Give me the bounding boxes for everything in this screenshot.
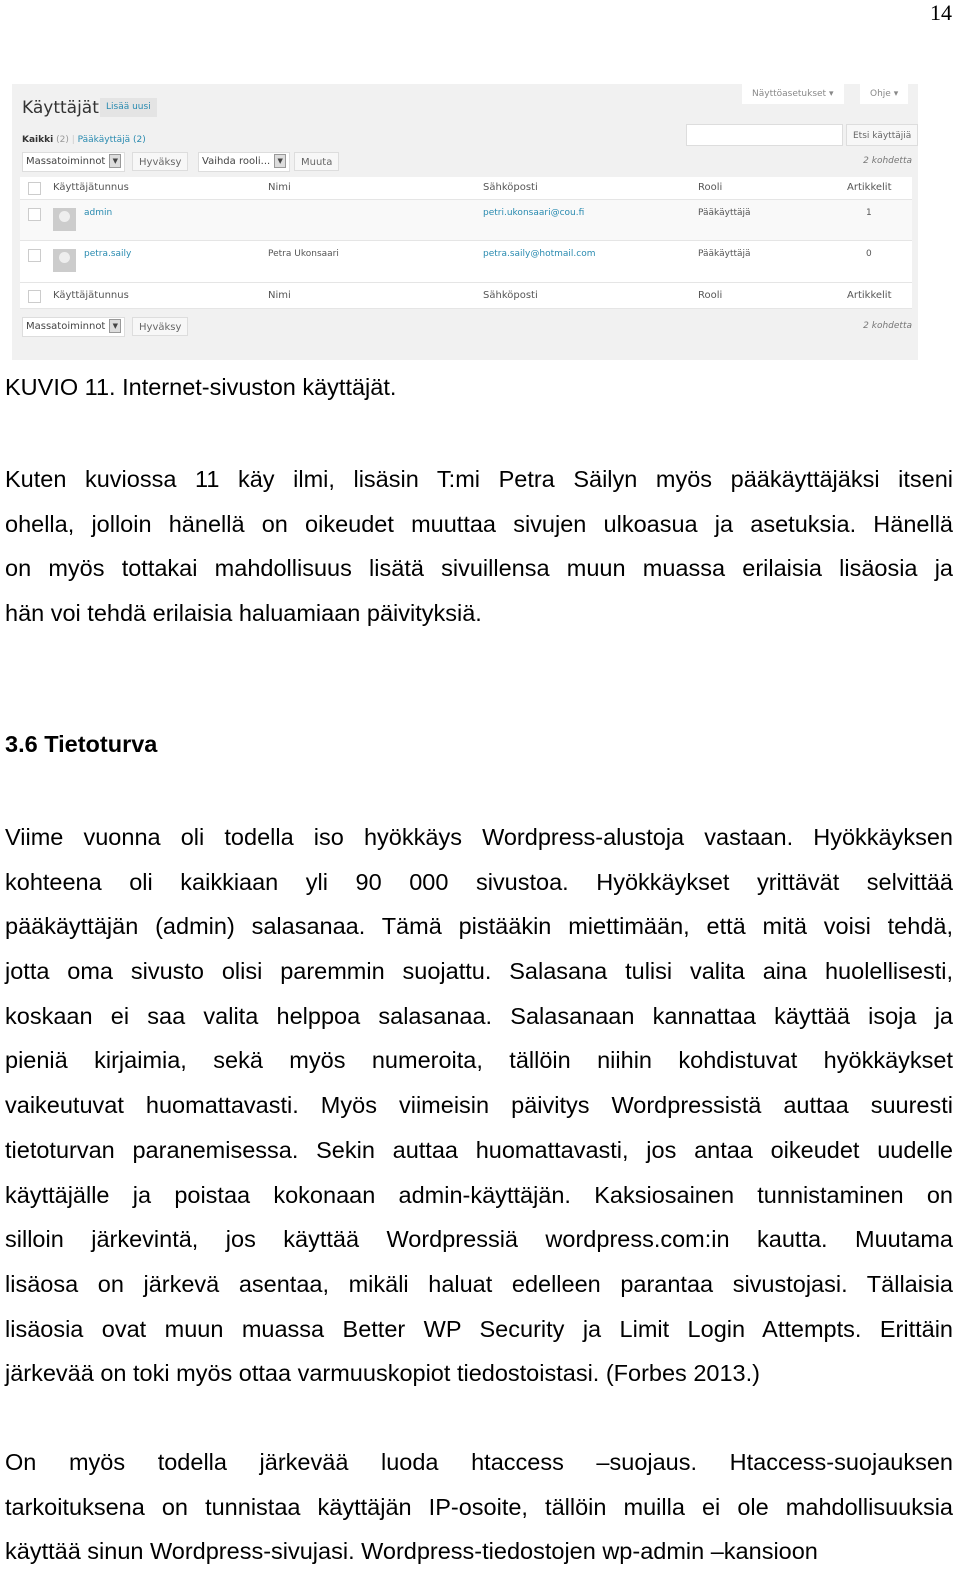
username-link[interactable]: admin — [84, 208, 112, 218]
text-line: Viime vuonna oli todella iso hyökkäys Wo… — [5, 824, 953, 850]
text-line: jotta oma sivusto olisi paremmin suojatt… — [5, 958, 953, 985]
filter-admin-link[interactable]: Pääkäyttäjä — [78, 135, 131, 145]
search-users-input[interactable] — [686, 124, 843, 146]
help-label: Ohje — [870, 89, 891, 99]
post-count[interactable]: 1 — [866, 208, 872, 218]
paragraph-2: Viime vuonna oli todella iso hyökkäys Wo… — [5, 815, 953, 1396]
email-link[interactable]: petri.ukonsaari@cou.fi — [483, 208, 584, 218]
text-line: kohteena oli kaikkiaan yli 90 000 sivust… — [5, 868, 953, 895]
text-line: tarkoituksena on tunnistaa käyttäjän IP-… — [5, 1493, 953, 1520]
column-posts[interactable]: Artikkelit — [847, 182, 892, 193]
avatar — [53, 249, 76, 272]
text-line: käyttäjälle ja poistaa kokonaan admin-kä… — [5, 1181, 953, 1208]
screen-title: Käyttäjät — [22, 98, 99, 118]
table-row: admin petri.ukonsaari@cou.fi Pääkäyttäjä… — [20, 200, 912, 241]
apply-button[interactable]: Hyväksy — [132, 152, 189, 171]
bulk-actions-label: Massatoiminnot — [26, 156, 106, 167]
change-role-label: Vaihda rooli... — [202, 156, 271, 167]
search-users-button[interactable]: Etsi käyttäjiä — [846, 124, 918, 146]
column-username[interactable]: Käyttäjätunnus — [53, 182, 129, 193]
user-role: Pääkäyttäjä — [698, 208, 751, 218]
select-all-checkbox[interactable] — [28, 290, 41, 303]
text-line: lisäosia ovat muun muassa Better WP Secu… — [5, 1315, 953, 1342]
table-footer: Käyttäjätunnus Nimi Sähköposti Rooli Art… — [20, 283, 912, 309]
filter-all-count: (2) — [56, 135, 69, 145]
text-line: käyttää sinun Wordpress-sivujasi. Wordpr… — [5, 1538, 818, 1565]
help-tab[interactable]: Ohje ▾ — [860, 84, 909, 104]
filter-separator: | — [71, 135, 75, 145]
column-email[interactable]: Sähköposti — [483, 182, 538, 193]
bulk-actions-select-bottom[interactable]: Massatoiminnot ▼ — [22, 317, 126, 337]
filter-all-link[interactable]: Kaikki — [22, 135, 53, 145]
item-count-top: 2 kohdetta — [863, 156, 912, 166]
select-all-checkbox[interactable] — [28, 182, 41, 195]
row-checkbox[interactable] — [28, 249, 41, 262]
apply-button-bottom[interactable]: Hyväksy — [132, 317, 189, 336]
chevron-down-icon: ▼ — [274, 154, 287, 168]
bulk-actions-label: Massatoiminnot — [26, 321, 106, 332]
bulk-actions-select[interactable]: Massatoiminnot ▼ — [22, 152, 126, 172]
text-line: Kuten kuviossa 11 käy ilmi, lisäsin T:mi… — [5, 466, 953, 492]
add-new-button[interactable]: Lisää uusi — [100, 98, 157, 117]
user-role: Pääkäyttäjä — [698, 249, 751, 259]
screen-options-tab[interactable]: Näyttöasetukset ▾ — [742, 84, 844, 104]
text-line: on myös tottakai mahdollisuus lisätä siv… — [5, 555, 953, 582]
column-role: Rooli — [698, 290, 723, 301]
column-name[interactable]: Nimi — [268, 290, 291, 301]
users-admin-screenshot: Käyttäjät Lisää uusi Näyttöasetukset ▾ O… — [12, 84, 918, 360]
post-count[interactable]: 0 — [866, 249, 872, 259]
text-line: järkevää on toki myös ottaa varmuuskopio… — [5, 1360, 760, 1387]
column-name[interactable]: Nimi — [268, 182, 291, 193]
column-role: Rooli — [698, 182, 723, 193]
section-heading: 3.6 Tietoturva — [5, 731, 158, 757]
chevron-down-icon: ▼ — [109, 319, 122, 333]
figure-caption: KUVIO 11. Internet-sivuston käyttäjät. — [5, 374, 397, 400]
role-filter: Kaikki (2) | Pääkäyttäjä (2) — [22, 135, 146, 145]
table-header: Käyttäjätunnus Nimi Sähköposti Rooli Art… — [20, 177, 912, 200]
paragraph-3: On myös todella järkevää luoda htaccess … — [5, 1440, 953, 1574]
chevron-down-icon: ▼ — [109, 154, 122, 168]
text-line: koskaan ei saa valita helppoa salasanaa.… — [5, 1002, 953, 1029]
text-line: pieniä kirjaimia, sekä myös numeroita, t… — [5, 1047, 953, 1074]
text-line: silloin järkevintä, jos käyttää Wordpres… — [5, 1226, 953, 1253]
screen-options-label: Näyttöasetukset — [752, 89, 827, 99]
username-link[interactable]: petra.saily — [84, 249, 131, 259]
column-email[interactable]: Sähköposti — [483, 290, 538, 301]
change-button[interactable]: Muuta — [294, 152, 340, 171]
paragraph-1: Kuten kuviossa 11 käy ilmi, lisäsin T:mi… — [5, 457, 953, 636]
text-line: tietoturvan paranemisessa. Sekin auttaa … — [5, 1136, 953, 1163]
email-link[interactable]: petra.saily@hotmail.com — [483, 249, 596, 259]
text-line: pääkäyttäjän (admin) salasanaa. Tämä pis… — [5, 913, 953, 940]
chevron-down-icon: ▾ — [893, 89, 899, 99]
change-role-select[interactable]: Vaihda rooli... ▼ — [198, 152, 291, 172]
user-name: Petra Ukonsaari — [268, 249, 339, 259]
text-line: vaikeutuvat huomattavasti. Myös viimeisi… — [5, 1092, 953, 1119]
filter-admin-count: (2) — [133, 135, 146, 145]
text-line: On myös todella järkevää luoda htaccess … — [5, 1449, 953, 1475]
page-number: 14 — [930, 0, 952, 25]
row-checkbox[interactable] — [28, 208, 41, 221]
chevron-down-icon: ▾ — [828, 89, 834, 99]
text-line: ohella, jolloin hänellä on oikeudet muut… — [5, 510, 953, 537]
text-line: lisäosa on järkevä asentaa, mikäli halua… — [5, 1270, 953, 1297]
avatar — [53, 208, 76, 231]
column-posts[interactable]: Artikkelit — [847, 290, 892, 301]
column-username[interactable]: Käyttäjätunnus — [53, 290, 129, 301]
text-line: hän voi tehdä erilaisia haluamiaan päivi… — [5, 600, 482, 627]
item-count-bottom: 2 kohdetta — [863, 321, 912, 331]
table-row: petra.saily Petra Ukonsaari petra.saily@… — [20, 241, 912, 283]
